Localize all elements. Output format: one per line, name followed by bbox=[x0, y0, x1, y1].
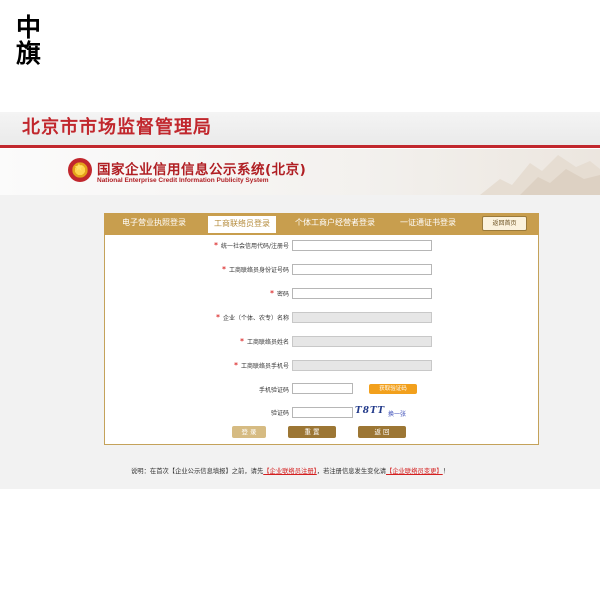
liaison-name-input bbox=[292, 336, 432, 347]
mountain-decoration bbox=[480, 155, 600, 195]
liaison-phone-input bbox=[292, 360, 432, 371]
note-prefix: 说明：在首次【企业公示信息填报】之前，请先 bbox=[131, 468, 264, 475]
tab-e-license[interactable]: 电子营业执照登录 bbox=[122, 217, 186, 228]
company-name-label-text: 企业（个体、农专）名称 bbox=[222, 315, 289, 322]
login-button[interactable]: 登 录 bbox=[232, 426, 266, 438]
required-star-icon: * bbox=[215, 313, 220, 322]
system-title: 国家企业信用信息公示系统(北京) bbox=[97, 162, 307, 178]
required-star-icon: * bbox=[221, 265, 226, 274]
required-star-icon: * bbox=[233, 361, 238, 370]
required-star-icon: * bbox=[213, 241, 218, 250]
uscc-label: * 统一社会信用代码/注册号 bbox=[214, 241, 289, 250]
captcha-image[interactable]: T8TT bbox=[355, 406, 385, 416]
password-label-text: 密码 bbox=[276, 291, 289, 298]
liaison-change-link[interactable]: 【企业联络员变更】 bbox=[386, 468, 443, 475]
tab-certificate[interactable]: 一证通证书登录 bbox=[400, 217, 456, 228]
uscc-input[interactable] bbox=[292, 240, 432, 251]
back-button[interactable]: 返 回 bbox=[358, 426, 406, 438]
login-tabs: 电子营业执照登录 工商联络员登录 个体工商户经营者登录 一证通证书登录 bbox=[104, 213, 539, 235]
sms-code-label: 手机验证码 bbox=[258, 387, 289, 394]
required-star-icon: * bbox=[269, 289, 274, 298]
note-middle: ，若注册信息发生变化请 bbox=[316, 468, 387, 475]
liaison-phone-label-text: 工商联络员手机号 bbox=[240, 363, 289, 370]
password-label: * 密码 bbox=[270, 289, 289, 298]
tab-individual-business[interactable]: 个体工商户经营者登录 bbox=[295, 217, 375, 228]
liaison-name-label-text: 工商联络员姓名 bbox=[246, 339, 289, 346]
liaison-phone-label: * 工商联络员手机号 bbox=[234, 361, 289, 370]
reset-button[interactable]: 重 置 bbox=[288, 426, 336, 438]
required-star-icon: * bbox=[239, 337, 244, 346]
liaison-id-label: * 工商联络员身份证号码 bbox=[222, 265, 289, 274]
home-button[interactable]: 返回首页 bbox=[482, 216, 527, 231]
header-divider bbox=[0, 145, 600, 148]
liaison-id-label-text: 工商联络员身份证号码 bbox=[228, 267, 289, 274]
liaison-id-input[interactable] bbox=[292, 264, 432, 275]
national-emblem-icon bbox=[68, 158, 92, 182]
company-logo: 中 旗 bbox=[16, 15, 48, 67]
password-input[interactable] bbox=[292, 288, 432, 299]
company-name-label: * 企业（个体、农专）名称 bbox=[216, 313, 289, 322]
liaison-name-label: * 工商联络员姓名 bbox=[240, 337, 289, 346]
note-suffix: ！ bbox=[442, 468, 449, 475]
instruction-note: 说明：在首次【企业公示信息填报】之前，请先【企业联络员注册】，若注册信息发生变化… bbox=[131, 466, 449, 475]
logo-char-1: 中 bbox=[16, 13, 42, 42]
captcha-label: 验证码 bbox=[270, 410, 289, 417]
sms-code-input[interactable] bbox=[292, 383, 353, 394]
uscc-label-text: 统一社会信用代码/注册号 bbox=[220, 243, 289, 250]
liaison-register-link[interactable]: 【企业联络员注册】 bbox=[263, 468, 317, 475]
get-sms-code-button[interactable]: 获取验证码 bbox=[369, 384, 417, 394]
logo-char-2: 旗 bbox=[16, 39, 42, 68]
company-name-input bbox=[292, 312, 432, 323]
bureau-title: 北京市市场监督管理局 bbox=[22, 117, 212, 138]
tab-liaison[interactable]: 工商联络员登录 bbox=[208, 216, 276, 233]
captcha-input[interactable] bbox=[292, 407, 353, 418]
captcha-refresh-link[interactable]: 换一张 bbox=[388, 409, 406, 418]
system-subtitle: National Enterprise Credit Information P… bbox=[97, 177, 269, 184]
